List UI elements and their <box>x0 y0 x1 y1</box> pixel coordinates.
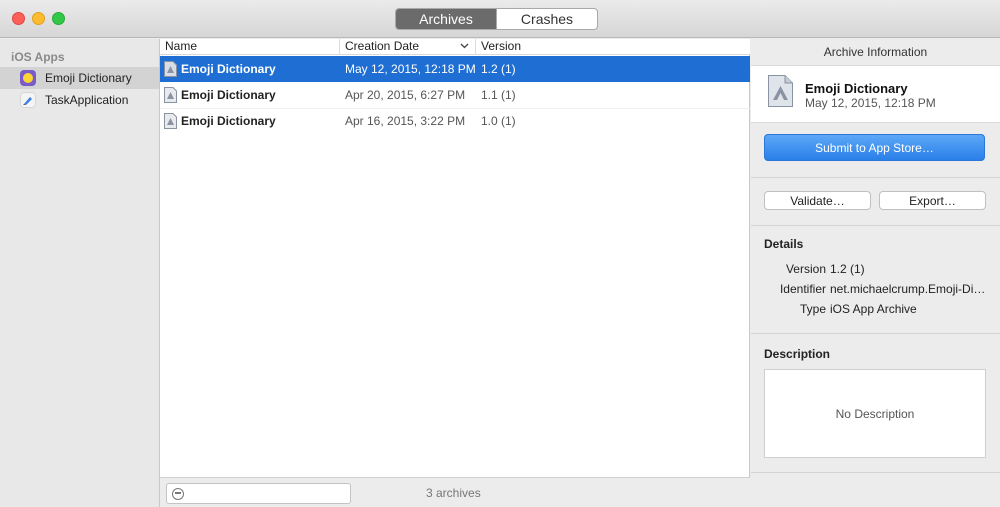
column-header-row: Name Creation Date Version <box>160 39 750 55</box>
list-footer: 3 archives <box>160 477 750 507</box>
table-row[interactable]: Emoji Dictionary Apr 16, 2015, 3:22 PM 1… <box>160 108 750 134</box>
archives-list: Name Creation Date Version Emoji Diction… <box>160 39 750 507</box>
row-name: Emoji Dictionary <box>181 62 276 76</box>
table-row[interactable]: Emoji Dictionary May 12, 2015, 12:18 PM … <box>160 56 750 82</box>
archive-count: 3 archives <box>426 486 481 500</box>
description-box[interactable]: No Description <box>764 369 986 458</box>
submit-to-app-store-button[interactable]: Submit to App Store… <box>764 134 985 161</box>
sidebar-item-emoji-dictionary[interactable]: Emoji Dictionary <box>0 67 159 89</box>
archive-summary: Emoji Dictionary May 12, 2015, 12:18 PM <box>751 65 1000 123</box>
archive-document-icon <box>164 87 177 103</box>
close-window-button[interactable] <box>12 12 25 25</box>
description-header: Description <box>764 347 831 361</box>
tab-archives[interactable]: Archives <box>396 9 496 29</box>
description-text: No Description <box>835 406 915 421</box>
divider <box>751 225 1000 226</box>
archive-document-icon <box>164 113 177 129</box>
export-button[interactable]: Export… <box>879 191 986 210</box>
task-app-icon <box>20 92 36 108</box>
view-segmented-control: Archives Crashes <box>395 8 598 30</box>
detail-key: Version <box>785 262 826 276</box>
divider <box>751 472 1000 473</box>
row-date: May 12, 2015, 12:18 PM <box>345 62 476 76</box>
divider <box>751 333 1000 334</box>
sidebar-item-label: Emoji Dictionary <box>45 71 132 85</box>
row-version: 1.1 (1) <box>481 88 516 102</box>
row-version: 1.0 (1) <box>481 114 516 128</box>
details-header: Details <box>764 237 804 251</box>
column-header-label: Creation Date <box>345 39 420 53</box>
sidebar-item-taskapplication[interactable]: TaskApplication <box>0 89 159 111</box>
titlebar: Archives Crashes <box>0 0 1000 38</box>
sidebar: iOS Apps Emoji Dictionary TaskApplicatio… <box>0 39 160 507</box>
archive-date: May 12, 2015, 12:18 PM <box>805 96 936 110</box>
column-header-name[interactable]: Name <box>160 39 340 55</box>
sidebar-item-label: TaskApplication <box>45 93 129 107</box>
zoom-window-button[interactable] <box>52 12 65 25</box>
column-header-version[interactable]: Version <box>476 39 576 55</box>
organizer-window: Archives Crashes iOS Apps Emoji Dictiona… <box>0 0 1000 507</box>
filter-field[interactable] <box>166 483 351 504</box>
detail-key: Type <box>799 302 826 316</box>
archive-name: Emoji Dictionary <box>805 81 908 96</box>
row-name: Emoji Dictionary <box>181 88 276 102</box>
archive-info-panel: Archive Information Emoji Dictionary May… <box>751 39 1000 507</box>
detail-value: 1.2 (1) <box>830 262 865 276</box>
filter-input[interactable] <box>187 485 347 502</box>
archive-document-icon <box>768 75 793 107</box>
row-name: Emoji Dictionary <box>181 114 276 128</box>
detail-value: net.michaelcrump.Emoji-Di… <box>830 282 986 296</box>
row-date: Apr 16, 2015, 3:22 PM <box>345 114 466 128</box>
detail-value: iOS App Archive <box>830 302 917 316</box>
divider <box>751 177 1000 178</box>
emoji-app-icon <box>20 70 36 86</box>
filter-icon <box>172 488 184 500</box>
table-row[interactable]: Emoji Dictionary Apr 20, 2015, 6:27 PM 1… <box>160 82 750 108</box>
tab-crashes[interactable]: Crashes <box>496 9 597 29</box>
archive-document-icon <box>164 61 177 77</box>
validate-button[interactable]: Validate… <box>764 191 871 210</box>
row-date: Apr 20, 2015, 6:27 PM <box>345 88 466 102</box>
column-header-creation-date[interactable]: Creation Date <box>340 39 476 55</box>
sidebar-header: iOS Apps <box>11 50 65 64</box>
panel-title: Archive Information <box>823 45 928 59</box>
detail-key: Identifier <box>779 282 826 296</box>
row-version: 1.2 (1) <box>481 62 516 76</box>
minimize-window-button[interactable] <box>32 12 45 25</box>
